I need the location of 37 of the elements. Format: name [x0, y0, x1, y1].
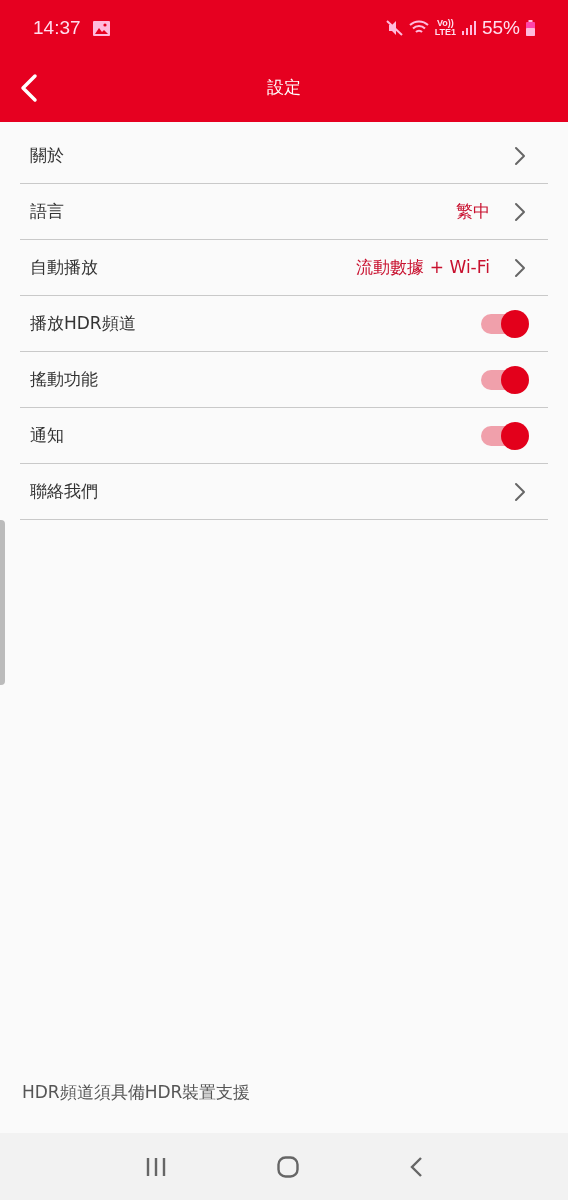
footnote: HDR頻道須具備HDR裝置支援 — [22, 1081, 251, 1102]
row-value: 繁中 — [456, 199, 490, 223]
chevron-right-icon — [514, 257, 526, 278]
back-button[interactable] — [18, 71, 40, 105]
settings-row[interactable]: 通知 — [20, 408, 548, 464]
page-title: 設定 — [267, 76, 301, 100]
toggle-switch[interactable] — [479, 308, 529, 339]
row-value: 流動數據 + Wi-Fi — [356, 255, 490, 279]
row-label: 聯絡我們 — [30, 479, 98, 503]
edge-handle[interactable] — [0, 520, 5, 685]
settings-row[interactable]: 語言 繁中 — [20, 184, 548, 240]
settings-row[interactable]: 播放HDR頻道 — [20, 296, 548, 352]
settings-row[interactable]: 自動播放 流動數據 + Wi-Fi — [20, 240, 548, 296]
chevron-right-icon — [514, 201, 526, 222]
network-label: Vo)) LTE1 — [434, 19, 456, 37]
image-icon — [92, 20, 110, 36]
row-label: 通知 — [30, 423, 64, 447]
row-label: 關於 — [30, 143, 64, 167]
toggle-switch[interactable] — [479, 364, 529, 395]
recent-apps-icon[interactable] — [145, 1156, 167, 1177]
toggle-switch[interactable] — [479, 420, 529, 451]
battery-icon — [526, 20, 535, 36]
signal-icon — [461, 21, 476, 35]
row-label: 搖動功能 — [30, 367, 98, 391]
chevron-right-icon — [514, 481, 526, 502]
row-label: 自動播放 — [30, 255, 98, 279]
back-icon[interactable] — [409, 1155, 423, 1178]
settings-row[interactable]: 關於 — [20, 128, 548, 184]
chevron-right-icon — [514, 145, 526, 166]
settings-row[interactable]: 聯絡我們 — [20, 464, 548, 520]
settings-row[interactable]: 搖動功能 — [20, 352, 548, 408]
status-time: 14:37 — [33, 15, 81, 40]
row-label: 語言 — [30, 199, 64, 223]
row-label: 播放HDR頻道 — [30, 311, 136, 335]
home-icon[interactable] — [277, 1155, 299, 1178]
battery-percent: 55% — [481, 15, 520, 40]
mute-icon — [385, 20, 403, 36]
